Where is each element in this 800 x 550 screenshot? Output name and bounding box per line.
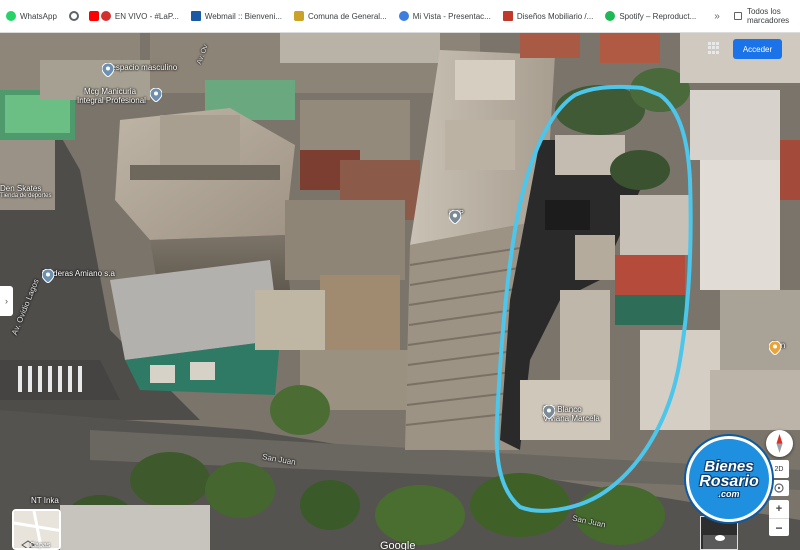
- bookmark-en-vivo[interactable]: EN VIVO - #LaP...: [88, 11, 179, 21]
- bookmark-icon: [502, 11, 513, 21]
- spotify-icon: [605, 11, 616, 21]
- record-icon: [100, 11, 111, 21]
- expand-panel-button[interactable]: ›: [0, 286, 13, 316]
- mail-icon: [190, 11, 201, 21]
- bookmark-label: WhatsApp: [20, 11, 57, 21]
- layers-label: Capas: [30, 542, 51, 549]
- bookmark-label: Webmail :: Bienveni...: [204, 11, 283, 21]
- more-bookmarks-button[interactable]: »: [714, 11, 720, 22]
- map-pin-icon: [150, 88, 162, 102]
- bookmark-label: Mi Vista - Presentac...: [412, 11, 491, 21]
- map-pin-icon: [42, 269, 54, 283]
- satellite-3d-map[interactable]: L espacio masculino Mcg Manicuria Integr…: [0, 33, 800, 550]
- google-logo: Google: [380, 540, 416, 550]
- map-pin-icon: [102, 63, 114, 77]
- place-kgp[interactable]: KGP: [449, 210, 467, 224]
- youtube-icon: [88, 11, 99, 21]
- map-pin-icon: [449, 210, 461, 224]
- place-l-espacio-masculino[interactable]: L espacio masculino: [102, 63, 178, 77]
- place-del-blanco[interactable]: Del Blanco Viviana Marcela: [543, 405, 603, 423]
- place-label: Integral Profesional: [77, 96, 146, 105]
- logo-text-line1: Bienes: [704, 458, 754, 475]
- bookmark-chrome[interactable]: [68, 11, 83, 21]
- bookmark-label: EN VIVO - #LaP...: [114, 11, 179, 21]
- bienes-rosario-logo: Bienes Rosario .com: [686, 436, 772, 522]
- place-pan[interactable]: Pan: [769, 341, 785, 355]
- bookmark-whatsapp[interactable]: WhatsApp: [6, 11, 57, 21]
- whatsapp-icon: [6, 11, 16, 21]
- apps-grid-icon[interactable]: [708, 42, 720, 54]
- compass-button[interactable]: [766, 430, 793, 457]
- chrome-icon: [68, 11, 79, 21]
- shield-icon: [294, 11, 305, 21]
- place-label: Mcg Manicuria: [84, 87, 137, 96]
- bakery-pin-icon: [769, 341, 781, 355]
- place-label: L espacio masculino: [105, 63, 178, 72]
- bookmark-label: Comuna de General...: [308, 11, 387, 21]
- bookmark-label: Diseños Mobiliario /...: [516, 11, 594, 21]
- bookmark-webmail[interactable]: Webmail :: Bienveni...: [190, 11, 283, 21]
- place-label: Den Skates: [0, 184, 42, 193]
- place-label: NT Inka: [31, 496, 59, 505]
- all-bookmarks-folder[interactable]: Todos los marcadores: [733, 7, 800, 25]
- folder-label: Todos los marcadores: [746, 7, 790, 25]
- bookmark-mi-vista[interactable]: Mi Vista - Presentac...: [398, 11, 491, 21]
- pegman-icon: [703, 535, 737, 549]
- aerial-imagery: [0, 33, 800, 550]
- place-category: Tienda de deportes: [0, 193, 52, 199]
- bookmark-disenos[interactable]: Diseños Mobiliario /...: [502, 11, 594, 21]
- zoom-in-button[interactable]: +: [769, 500, 789, 518]
- vista-icon: [398, 11, 409, 21]
- map-window: WhatsApp EN VIVO - #LaP... Webmail :: Bi…: [0, 0, 800, 550]
- place-maderas-amiano[interactable]: Maderas Amiano s.a: [42, 269, 118, 283]
- folder-icon: [733, 12, 742, 20]
- rotate-icon: [774, 483, 784, 493]
- sign-in-button[interactable]: Acceder: [733, 39, 782, 59]
- zoom-out-button[interactable]: −: [769, 518, 789, 536]
- logo-text-line3: .com: [718, 489, 740, 499]
- map-pin-icon: [543, 405, 555, 419]
- logo-text-line2: Rosario: [699, 473, 759, 490]
- compass-icon: [776, 434, 783, 453]
- bookmark-comuna[interactable]: Comuna de General...: [294, 11, 387, 21]
- bookmarks-bar: WhatsApp EN VIVO - #LaP... Webmail :: Bi…: [0, 0, 800, 33]
- view-2d-button[interactable]: 2D: [769, 460, 789, 478]
- rotate-view-button[interactable]: [769, 480, 789, 496]
- bookmark-spotify[interactable]: Spotify – Reproduct...: [605, 11, 696, 21]
- bookmark-label: Spotify – Reproduct...: [619, 11, 697, 21]
